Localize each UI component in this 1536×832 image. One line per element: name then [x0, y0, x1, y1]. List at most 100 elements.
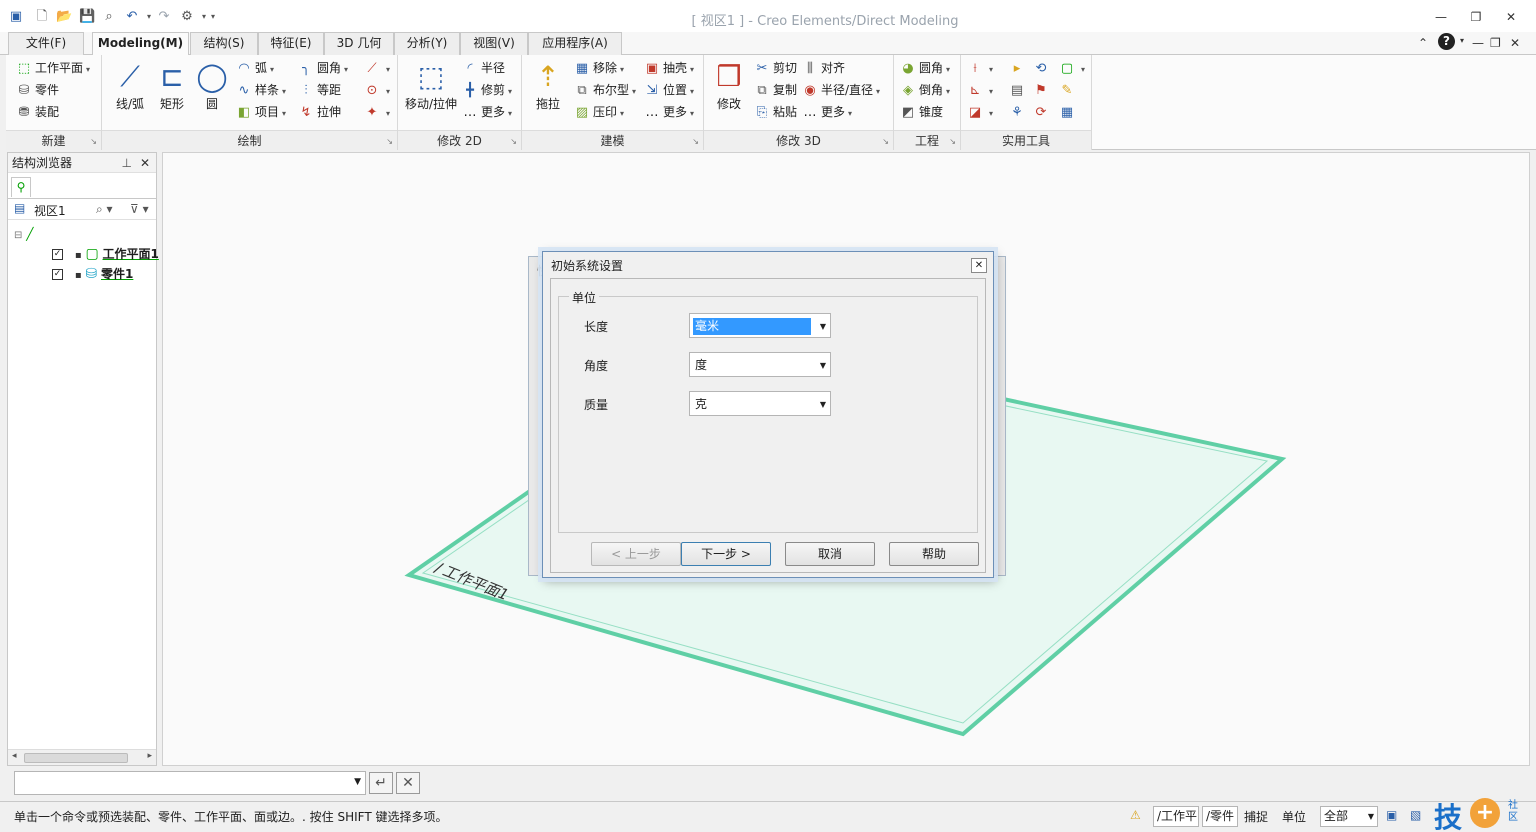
project-button[interactable]: ◧ 项目 ▾	[236, 102, 286, 122]
taper-button[interactable]: ◩ 锥度	[900, 102, 943, 122]
workplane-button[interactable]: ⬚ 工作平面 ▾	[16, 58, 90, 78]
assembly-button[interactable]: ⛃ 装配	[16, 102, 59, 122]
rectangle-button[interactable]: ⊏ 矩形	[152, 59, 192, 112]
command-input[interactable]: ▼	[14, 771, 366, 795]
spline-button[interactable]: ∿ 样条 ▾	[236, 80, 286, 100]
dialog-close-icon[interactable]: ✕	[971, 258, 987, 273]
construct-tool-button[interactable]: ✦ ▾	[364, 102, 390, 122]
more-model-button[interactable]: … 更多 ▾	[644, 102, 695, 122]
line-tool-button[interactable]: ⟋ ▾	[364, 58, 390, 78]
close-icon[interactable]: ✕	[1500, 8, 1522, 26]
radius-button[interactable]: ◜ 半径	[462, 58, 505, 78]
collapse-ribbon-icon[interactable]: ⌃	[1418, 36, 1428, 50]
offset-button[interactable]: ⫶ 等距	[298, 80, 341, 100]
line-arc-button[interactable]: ⟋ 线/弧	[110, 59, 150, 112]
part-button[interactable]: ⛁ 零件	[16, 80, 59, 100]
chevron-down-icon[interactable]: ▼	[1368, 807, 1374, 826]
position-button[interactable]: ⇲ 位置 ▾	[644, 80, 694, 100]
close-panel-icon[interactable]: ✕	[140, 153, 150, 173]
dialog-launcher-icon[interactable]: ↘	[692, 137, 699, 146]
maximize-icon[interactable]: ❐	[1465, 8, 1487, 26]
util-color-button[interactable]: ▢ ▾	[1059, 58, 1085, 78]
inner-minimize-icon[interactable]: —	[1472, 36, 1484, 50]
extend-button[interactable]: ↯ 拉伸	[298, 102, 341, 122]
util-measure-button[interactable]: ⟊ ▾	[967, 58, 993, 78]
cancel-command-icon[interactable]: ✕	[396, 772, 420, 794]
modify-button[interactable]: ❒ 修改	[710, 59, 748, 112]
enter-command-icon[interactable]: ↵	[369, 772, 393, 794]
help-button[interactable]: 帮助	[889, 542, 979, 566]
util-show-button[interactable]: ⟲	[1033, 58, 1052, 78]
radius-diameter-button[interactable]: ◉ 半径/直径 ▾	[802, 80, 880, 100]
angle-select[interactable]: 度 ▼	[689, 352, 831, 377]
units-toggle[interactable]: 单位	[1282, 808, 1306, 825]
search-binoculars-icon[interactable]: ⌕ ▾	[96, 202, 113, 217]
cancel-button[interactable]: 取消	[785, 542, 875, 566]
util-axis-button[interactable]: ⊾ ▾	[967, 80, 993, 100]
more-3d-button[interactable]: … 更多 ▾	[802, 102, 853, 122]
prev-button[interactable]: < 上一步	[591, 542, 681, 566]
tab-applications[interactable]: 应用程序(A)	[528, 32, 622, 55]
collapse-icon[interactable]: ⊟	[14, 230, 22, 241]
part-status[interactable]: /零件	[1202, 806, 1238, 827]
help-dropdown-icon[interactable]: ▾	[1460, 36, 1464, 45]
cut-button[interactable]: ✂ 剪切	[754, 58, 797, 78]
point-tool-button[interactable]: ⊙ ▾	[364, 80, 390, 100]
horizontal-scrollbar[interactable]: ◂ ▸	[8, 749, 156, 765]
chevron-down-icon[interactable]: ▼	[354, 777, 361, 787]
visibility-checkbox[interactable]: ✓	[52, 269, 63, 280]
visibility-checkbox[interactable]: ✓	[52, 249, 63, 260]
tab-analysis[interactable]: 分析(Y)	[394, 32, 460, 55]
dialog-launcher-icon[interactable]: ↘	[882, 137, 889, 146]
boolean-button[interactable]: ⧉ 布尔型 ▾	[574, 80, 636, 100]
circle-button[interactable]: ◯ 圆	[194, 59, 230, 112]
shell-button[interactable]: ▣ 抽壳 ▾	[644, 58, 694, 78]
more-2d-button[interactable]: … 更多 ▾	[462, 102, 513, 122]
chevron-down-icon[interactable]: ▼	[820, 361, 826, 370]
image-capture-icon[interactable]: ▧	[1410, 808, 1421, 822]
tab-feature[interactable]: 特征(E)	[258, 32, 324, 55]
util-check-button[interactable]: ⚑	[1033, 80, 1052, 100]
length-select[interactable]: 毫米 ▼	[689, 313, 831, 338]
remove-button[interactable]: ▦ 移除 ▾	[574, 58, 624, 78]
view-selector[interactable]: 视区1	[34, 202, 66, 219]
dialog-launcher-icon[interactable]: ↘	[386, 137, 393, 146]
dialog-launcher-icon[interactable]: ↘	[510, 137, 517, 146]
tab-view[interactable]: 视图(V)	[460, 32, 528, 55]
dialog-launcher-icon[interactable]: ↘	[949, 137, 956, 146]
inner-restore-icon[interactable]: ❐	[1490, 36, 1501, 50]
fillet-2d-button[interactable]: ╮ 圆角 ▾	[298, 58, 348, 78]
copy-button[interactable]: ⧉ 复制	[754, 80, 797, 100]
paste-button[interactable]: ⎘ 粘贴	[754, 102, 797, 122]
chevron-down-icon[interactable]: ▼	[820, 322, 826, 331]
workplane-status[interactable]: /工作平	[1153, 806, 1199, 827]
imprint-button[interactable]: ▨ 压印 ▾	[574, 102, 624, 122]
util-note-button[interactable]: ✎	[1059, 80, 1078, 100]
fillet-3d-button[interactable]: ◕ 圆角 ▾	[900, 58, 950, 78]
util-relation-button[interactable]: ⚘	[1009, 102, 1028, 122]
pull-button[interactable]: ⇡ 拖拉	[528, 59, 568, 112]
selection-filter-select[interactable]: 全部 ▼	[1320, 806, 1378, 827]
dialog-launcher-icon[interactable]: ↘	[90, 137, 97, 146]
util-info-button[interactable]: ▤	[1009, 80, 1028, 100]
tree-root[interactable]: ⊟ ╱	[14, 225, 33, 243]
util-calculator-button[interactable]: ▦	[1059, 102, 1078, 122]
next-button[interactable]: 下一步 >	[681, 542, 771, 566]
scroll-left-icon[interactable]: ◂	[12, 751, 17, 761]
mass-select[interactable]: 克 ▼	[689, 391, 831, 416]
inner-close-icon[interactable]: ✕	[1510, 36, 1520, 50]
display-mode-icon[interactable]: ▣	[1386, 808, 1397, 822]
pin-icon[interactable]: ⊥	[122, 153, 132, 173]
scroll-right-icon[interactable]: ▸	[147, 751, 152, 761]
util-refresh-button[interactable]: ⟳	[1033, 102, 1052, 122]
snap-toggle[interactable]: 捕捉	[1244, 808, 1268, 825]
tree-item-part[interactable]: ✓ ▪ ⛁ 零件1	[52, 265, 133, 283]
tab-modeling[interactable]: Modeling(M)	[92, 32, 189, 56]
warning-icon[interactable]: ⚠	[1130, 808, 1141, 822]
move-stretch-button[interactable]: ⬚ 移动/拉伸	[402, 59, 460, 112]
util-clip-button[interactable]: ◪ ▾	[967, 102, 993, 122]
chamfer-button[interactable]: ◈ 倒角 ▾	[900, 80, 950, 100]
tab-file[interactable]: 文件(F)	[8, 32, 84, 55]
tab-3d-geometry[interactable]: 3D 几何	[324, 32, 394, 55]
scrollbar-thumb[interactable]	[24, 753, 128, 763]
